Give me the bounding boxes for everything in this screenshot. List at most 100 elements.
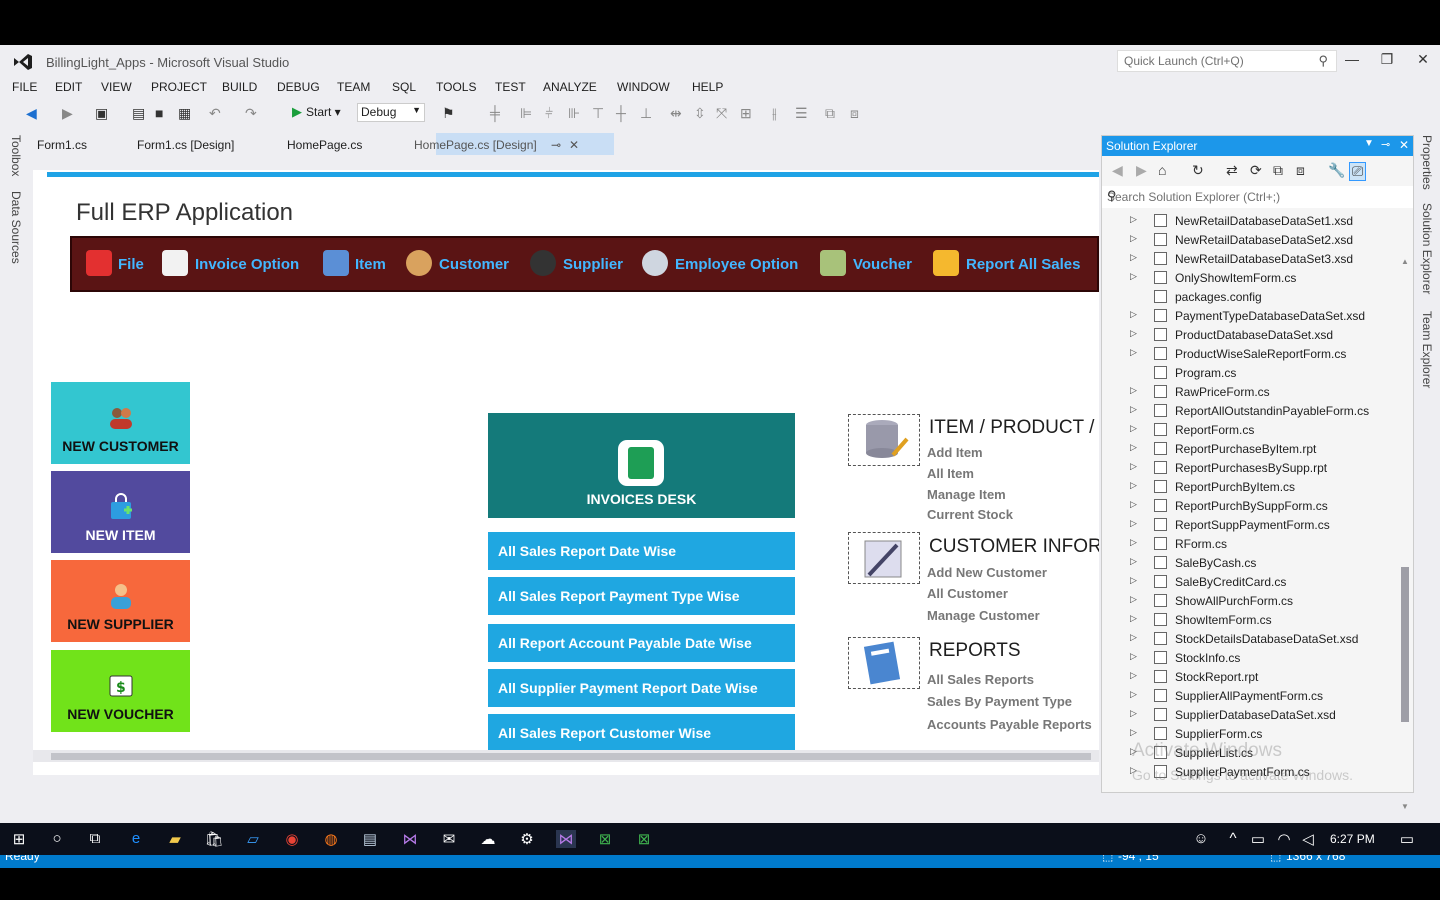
add-item-link[interactable]: Add Item	[927, 445, 983, 460]
expand-arrow-icon[interactable]: ▷	[1130, 518, 1137, 529]
solution-tree-item[interactable]: ▷ ReportForm.cs	[1102, 421, 1397, 440]
expand-arrow-icon[interactable]: ▷	[1130, 632, 1137, 643]
solution-tree-item[interactable]: ▷ ReportPurchBySuppForm.cs	[1102, 497, 1397, 516]
expand-arrow-icon[interactable]: ▷	[1130, 556, 1137, 567]
solution-tree-item[interactable]: ▷ ReportPurchaseByItem.rpt	[1102, 440, 1397, 459]
vertical-spacing-icon[interactable]: ☰	[795, 105, 808, 122]
align-center-icon[interactable]: ⫩	[545, 105, 553, 122]
app-icon-3[interactable]: ⚙	[517, 830, 537, 848]
account-payable-date-wise-button[interactable]: All Report Account Payable Date Wise	[488, 624, 795, 662]
data-sources-tab[interactable]: Data Sources	[9, 191, 23, 264]
toolbox-tab[interactable]: Toolbox	[9, 135, 23, 176]
size-to-grid-icon[interactable]: ⊞	[740, 105, 752, 122]
visual-studio-active-icon[interactable]: ⋈	[556, 830, 576, 848]
quick-launch-input[interactable]: Quick Launch (Ctrl+Q) ⚲	[1117, 50, 1337, 72]
volume-icon[interactable]: ◁	[1298, 830, 1318, 848]
menu-help[interactable]: HELP	[692, 80, 723, 94]
solution-tree-item[interactable]: ▷ OnlyShowItemForm.cs	[1102, 269, 1397, 288]
align-right-icon[interactable]: ⊪	[568, 105, 580, 122]
solution-tree-item[interactable]: ▷ SaleByCash.cs	[1102, 554, 1397, 573]
team-explorer-tab[interactable]: Team Explorer	[1420, 311, 1434, 388]
expand-arrow-icon[interactable]: ▷	[1130, 347, 1137, 358]
pin-tab-icon[interactable]: ⊸	[551, 138, 561, 152]
new-item-tile[interactable]: NEW ITEM	[51, 471, 190, 553]
app-icon[interactable]: ▱	[243, 830, 263, 848]
invoices-desk-panel[interactable]: INVOICES DESK	[488, 413, 795, 518]
solution-tree-item[interactable]: ▷ RForm.cs	[1102, 535, 1397, 554]
all-sales-report-date-wise-button[interactable]: All Sales Report Date Wise	[488, 532, 795, 570]
scroll-down-icon[interactable]: ▼	[1401, 802, 1409, 811]
align-grid-icon[interactable]: ╪	[490, 105, 500, 121]
sales-report-customer-wise-button[interactable]: All Sales Report Customer Wise	[488, 714, 795, 752]
expand-arrow-icon[interactable]: ▷	[1130, 613, 1137, 624]
collapse-all-icon[interactable]: ⧉	[1273, 162, 1283, 179]
expand-arrow-icon[interactable]: ▷	[1130, 480, 1137, 491]
visual-studio-icon[interactable]: ⋈	[400, 830, 420, 848]
erp-menu-invoice-option[interactable]: Invoice Option	[195, 256, 299, 273]
solution-tree-item[interactable]: ▷ SaleByCreditCard.cs	[1102, 573, 1397, 592]
menu-sql[interactable]: SQL	[392, 80, 416, 94]
notifications-icon[interactable]: ▭	[1397, 830, 1417, 848]
store-icon[interactable]: 🛍	[204, 830, 224, 848]
erp-menu-employee-option[interactable]: Employee Option	[675, 256, 798, 273]
solution-tree-item[interactable]: ▷ SupplierDatabaseDataSet.xsd	[1102, 706, 1397, 725]
solution-tree-item[interactable]: ▷ NewRetailDatabaseDataSet2.xsd	[1102, 231, 1397, 250]
all-sales-reports-link[interactable]: All Sales Reports	[927, 672, 1034, 687]
menu-test[interactable]: TEST	[495, 80, 526, 94]
close-panel-icon[interactable]: ✕	[1399, 138, 1409, 152]
all-customer-link[interactable]: All Customer	[927, 586, 1008, 601]
solution-tree-item[interactable]: ▷ StockInfo.cs	[1102, 649, 1397, 668]
expand-arrow-icon[interactable]: ▷	[1130, 727, 1137, 738]
send-to-back-icon[interactable]: ⧈	[850, 105, 859, 122]
scrollbar-thumb[interactable]	[51, 753, 1091, 760]
excel-icon[interactable]: ⊠	[595, 830, 615, 848]
close-button[interactable]: ✕	[1413, 51, 1433, 68]
new-customer-tile[interactable]: NEW CUSTOMER	[51, 382, 190, 464]
solution-tree-item[interactable]: ▷ ReportAllOutstandinPayableForm.cs	[1102, 402, 1397, 421]
all-sales-report-payment-type-button[interactable]: All Sales Report Payment Type Wise	[488, 577, 795, 615]
new-supplier-tile[interactable]: NEW SUPPLIER	[51, 560, 190, 642]
erp-menu-item[interactable]: Item	[355, 256, 386, 273]
menu-debug[interactable]: DEBUG	[277, 80, 320, 94]
solution-explorer-tab[interactable]: Solution Explorer	[1420, 203, 1434, 294]
erp-menu-voucher[interactable]: Voucher	[853, 256, 912, 273]
expand-arrow-icon[interactable]: ▷	[1130, 689, 1137, 700]
solution-tree-item[interactable]: Program.cs	[1102, 364, 1397, 383]
sales-by-payment-type-link[interactable]: Sales By Payment Type	[927, 694, 1072, 709]
tab-form1-design[interactable]: Form1.cs [Design]	[137, 138, 234, 152]
clock[interactable]: 6:27 PM	[1330, 832, 1375, 846]
solution-tree-item[interactable]: ▷ StockDetailsDatabaseDataSet.xsd	[1102, 630, 1397, 649]
attach-icon[interactable]: ⚑	[442, 105, 455, 122]
erp-menu-report-all-sales[interactable]: Report All Sales	[966, 256, 1080, 273]
dropdown-icon[interactable]: ▼	[1364, 138, 1374, 149]
solution-tree-item[interactable]: ▷ StockReport.rpt	[1102, 668, 1397, 687]
expand-arrow-icon[interactable]: ▷	[1130, 404, 1137, 415]
solution-configuration-select[interactable]: Debug ▼	[357, 103, 425, 122]
menu-view[interactable]: VIEW	[101, 80, 132, 94]
erp-menu-supplier[interactable]: Supplier	[563, 256, 623, 273]
make-same-height-icon[interactable]: ⇳	[694, 105, 706, 122]
make-same-width-icon[interactable]: ⇹	[670, 105, 682, 122]
expand-arrow-icon[interactable]: ▷	[1130, 670, 1137, 681]
app-icon-2[interactable]: ☁	[478, 830, 498, 848]
expand-arrow-icon[interactable]: ▷	[1130, 708, 1137, 719]
solution-tree-item[interactable]: ▷ ReportPurchByItem.cs	[1102, 478, 1397, 497]
solution-tree-item[interactable]: ▷ PaymentTypeDatabaseDataSet.xsd	[1102, 307, 1397, 326]
expand-arrow-icon[interactable]: ▷	[1130, 328, 1137, 339]
wifi-icon[interactable]: ◠	[1274, 830, 1294, 848]
expand-arrow-icon[interactable]: ▷	[1130, 499, 1137, 510]
menu-file[interactable]: FILE	[12, 80, 37, 94]
new-voucher-tile[interactable]: $ NEW VOUCHER	[51, 650, 190, 732]
close-tab-icon[interactable]: ✕	[569, 138, 579, 152]
mail-icon[interactable]: ✉	[439, 830, 459, 848]
save-icon[interactable]: ■	[155, 105, 163, 121]
properties-wrench-icon[interactable]: 🔧	[1328, 162, 1345, 179]
solution-tree-item[interactable]: ▷ ProductWiseSaleReportForm.cs	[1102, 345, 1397, 364]
expand-arrow-icon[interactable]: ▷	[1130, 575, 1137, 586]
align-top-icon[interactable]: ⊤	[592, 105, 604, 122]
align-bottom-icon[interactable]: ⊥	[640, 105, 652, 122]
restore-button[interactable]: ❐	[1377, 51, 1397, 68]
notepad-icon[interactable]: ▤	[360, 830, 380, 848]
undo-icon[interactable]: ↶	[209, 105, 221, 122]
file-explorer-icon[interactable]: ▰	[165, 830, 185, 848]
